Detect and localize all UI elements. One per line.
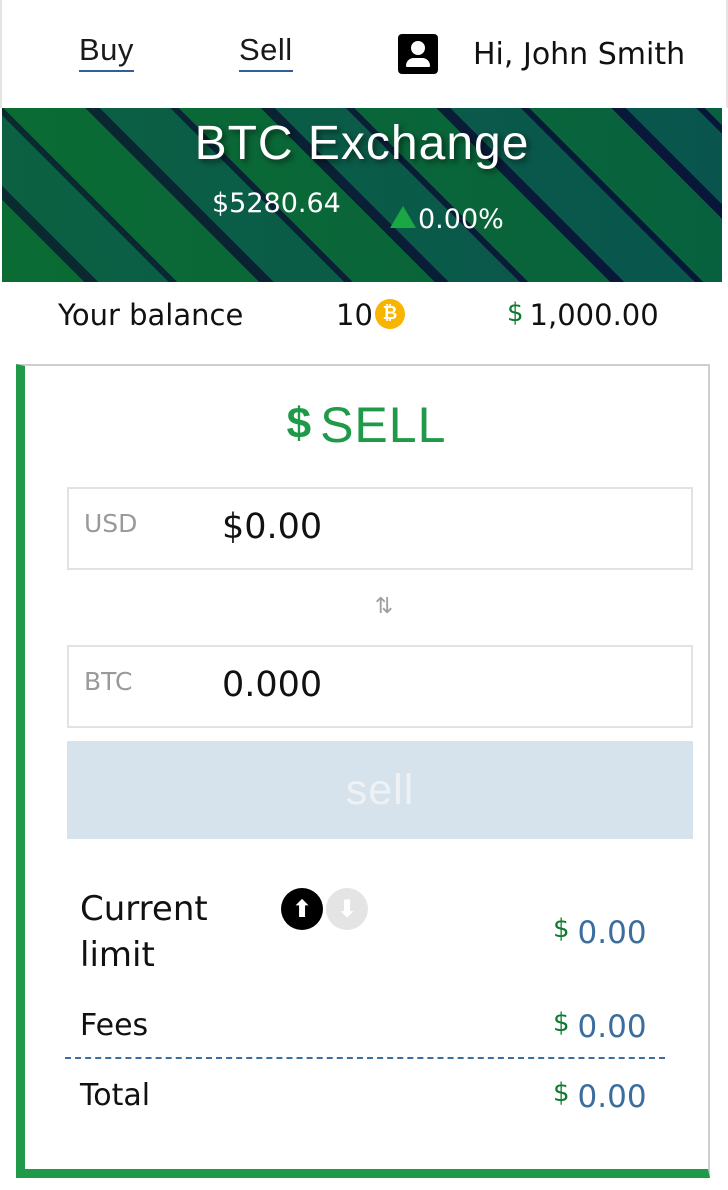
price-change: 0.00% (390, 204, 504, 235)
dollar-slash-icon: $ (286, 399, 313, 448)
arrow-up-circle-icon[interactable]: ⬆ (281, 888, 323, 930)
btc-price: $5280.64 (212, 188, 341, 219)
exchange-banner: BTC Exchange $5280.64 0.00% (2, 108, 722, 282)
btc-input[interactable] (222, 665, 642, 705)
balance-label: Your balance (58, 298, 244, 332)
total-value: $0.00 (553, 1073, 647, 1117)
dollar-icon: $ (553, 1078, 570, 1108)
bitcoin-icon: ₿ (374, 299, 405, 329)
btc-field[interactable]: BTC (67, 645, 693, 728)
top-nav: Buy Sell Hi, John Smith (0, 0, 728, 108)
current-limit-value: $0.00 (553, 909, 647, 953)
page-title: BTC Exchange (194, 117, 530, 170)
user-greeting: Hi, John Smith (473, 37, 686, 72)
nav-buy-link[interactable]: Buy (79, 32, 134, 72)
fees-label: Fees (80, 1008, 149, 1043)
total-label: Total (80, 1078, 151, 1113)
usd-field-label: USD (84, 509, 138, 538)
user-profile-icon[interactable] (398, 34, 438, 74)
usd-input[interactable] (222, 507, 642, 547)
divider (65, 1057, 665, 1059)
current-limit-label: Current limit (80, 889, 208, 975)
sell-card-title-text: SELL (320, 397, 447, 453)
dollar-icon: $ (553, 1008, 570, 1038)
btc-balance: 10 ₿ (336, 298, 405, 332)
btc-balance-value: 10 (336, 298, 373, 332)
usd-field[interactable]: USD (67, 487, 693, 570)
fees-amount: 0.00 (577, 1009, 647, 1045)
usd-balance-value: 1,000.00 (529, 298, 659, 332)
nav-sell-link[interactable]: Sell (239, 32, 293, 72)
price-change-value: 0.00% (418, 204, 504, 235)
btc-field-label: BTC (84, 667, 133, 696)
dollar-icon: $ (507, 298, 524, 328)
triangle-up-icon (390, 206, 416, 228)
sell-card: $SELL USD ⇅ BTC sell Current limit ⬆ ⬇ $… (16, 364, 710, 1178)
total-amount: 0.00 (577, 1079, 647, 1115)
sell-card-title: $ SELL (25, 396, 708, 454)
arrow-down-circle-icon[interactable]: ⬇ (326, 888, 368, 930)
dollar-icon: $ (553, 914, 570, 944)
fees-value: $0.00 (553, 1003, 647, 1047)
usd-balance: $1,000.00 (507, 298, 659, 332)
current-limit-amount: 0.00 (577, 915, 647, 951)
swap-icon[interactable]: ⇅ (369, 592, 399, 622)
sell-button[interactable]: sell (67, 741, 693, 839)
